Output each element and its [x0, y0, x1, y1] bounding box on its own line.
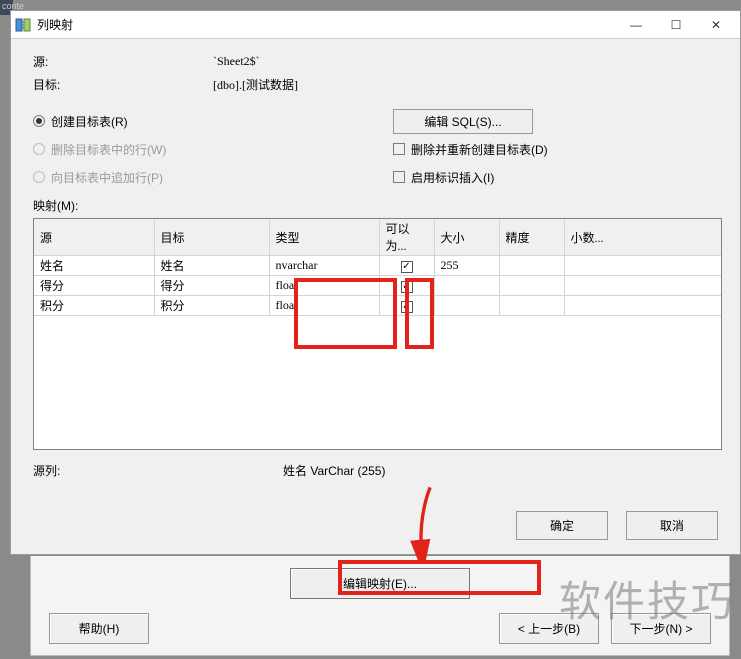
check-identity-label: 启用标识插入(I)	[411, 169, 494, 186]
radio-icon	[33, 143, 45, 155]
mapping-grid[interactable]: 源 目标 类型 可以为... 大小 精度 小数... 姓名姓名nvarchar✓…	[33, 218, 722, 450]
cell-scale[interactable]	[564, 276, 721, 296]
checkbox-checked-icon: ✓	[401, 301, 413, 313]
grid-header-row: 源 目标 类型 可以为... 大小 精度 小数...	[34, 219, 721, 256]
back-button[interactable]: < 上一步(B)	[499, 613, 599, 644]
check-drop-recreate[interactable]: 删除并重新创建目标表(D)	[393, 135, 722, 163]
cell-nullable[interactable]: ✓	[379, 276, 434, 296]
col-header-type[interactable]: 类型	[269, 219, 379, 256]
col-header-source[interactable]: 源	[34, 219, 154, 256]
edit-sql-button[interactable]: 编辑 SQL(S)...	[393, 109, 533, 134]
cell-size[interactable]	[434, 276, 499, 296]
close-button[interactable]: ✕	[696, 12, 736, 38]
cell-precision[interactable]	[499, 256, 564, 276]
cell-nullable[interactable]: ✓	[379, 296, 434, 316]
col-header-precision[interactable]: 精度	[499, 219, 564, 256]
cell-precision[interactable]	[499, 296, 564, 316]
cell-size[interactable]	[434, 296, 499, 316]
table-row[interactable]: 姓名姓名nvarchar✓255	[34, 256, 721, 276]
cell-size[interactable]: 255	[434, 256, 499, 276]
radio-append-label: 向目标表中追加行(P)	[51, 169, 163, 186]
cell-type[interactable]: float	[269, 296, 379, 316]
dialog-title: 列映射	[37, 16, 616, 33]
checkbox-checked-icon: ✓	[401, 261, 413, 273]
cell-source[interactable]: 积分	[34, 296, 154, 316]
app-icon	[15, 17, 31, 33]
radio-delete-rows: 删除目标表中的行(W)	[33, 135, 393, 163]
dialog-body: 源: `Sheet2$` 目标: [dbo].[测试数据] 创建目标表(R) 删…	[11, 39, 740, 554]
cell-source[interactable]: 得分	[34, 276, 154, 296]
wizard-panel: 编辑映射(E)... 帮助(H) < 上一步(B) 下一步(N) >	[30, 556, 730, 656]
target-value: [dbo].[测试数据]	[213, 76, 298, 93]
radio-create-label: 创建目标表(R)	[51, 113, 128, 130]
radio-icon	[33, 115, 45, 127]
checkbox-icon	[393, 143, 405, 155]
source-column-label: 源列:	[33, 462, 283, 479]
column-mapping-dialog: 列映射 — ☐ ✕ 源: `Sheet2$` 目标: [dbo].[测试数据] …	[10, 10, 741, 555]
col-header-scale[interactable]: 小数...	[564, 219, 721, 256]
source-label: 源:	[33, 53, 213, 70]
source-row: 源: `Sheet2$`	[33, 53, 722, 70]
mapping-label: 映射(M):	[33, 197, 722, 214]
radio-append-rows: 向目标表中追加行(P)	[33, 163, 393, 191]
target-label: 目标:	[33, 76, 213, 93]
cancel-button[interactable]: 取消	[626, 511, 718, 540]
radio-icon	[33, 171, 45, 183]
help-button[interactable]: 帮助(H)	[49, 613, 149, 644]
col-header-target[interactable]: 目标	[154, 219, 269, 256]
check-drop-label: 删除并重新创建目标表(D)	[411, 141, 548, 158]
col-header-size[interactable]: 大小	[434, 219, 499, 256]
radio-create-target[interactable]: 创建目标表(R)	[33, 107, 393, 135]
checkbox-checked-icon: ✓	[401, 281, 413, 293]
check-enable-identity[interactable]: 启用标识插入(I)	[393, 163, 722, 191]
col-header-nullable[interactable]: 可以为...	[379, 219, 434, 256]
cell-type[interactable]: float	[269, 276, 379, 296]
table-row[interactable]: 积分积分float✓	[34, 296, 721, 316]
cell-scale[interactable]	[564, 256, 721, 276]
minimize-button[interactable]: —	[616, 12, 656, 38]
cell-type[interactable]: nvarchar	[269, 256, 379, 276]
table-row[interactable]: 得分得分float✓	[34, 276, 721, 296]
next-button[interactable]: 下一步(N) >	[611, 613, 711, 644]
cell-source[interactable]: 姓名	[34, 256, 154, 276]
radio-delete-label: 删除目标表中的行(W)	[51, 141, 166, 158]
source-column-value: 姓名 VarChar (255)	[283, 462, 385, 479]
cell-target[interactable]: 积分	[154, 296, 269, 316]
edit-mapping-button[interactable]: 编辑映射(E)...	[290, 568, 470, 599]
source-value: `Sheet2$`	[213, 54, 260, 69]
cell-target[interactable]: 姓名	[154, 256, 269, 276]
cell-scale[interactable]	[564, 296, 721, 316]
titlebar: 列映射 — ☐ ✕	[11, 11, 740, 39]
cell-nullable[interactable]: ✓	[379, 256, 434, 276]
cell-precision[interactable]	[499, 276, 564, 296]
ok-button[interactable]: 确定	[516, 511, 608, 540]
target-row: 目标: [dbo].[测试数据]	[33, 76, 722, 93]
checkbox-icon	[393, 171, 405, 183]
maximize-button[interactable]: ☐	[656, 12, 696, 38]
cell-target[interactable]: 得分	[154, 276, 269, 296]
